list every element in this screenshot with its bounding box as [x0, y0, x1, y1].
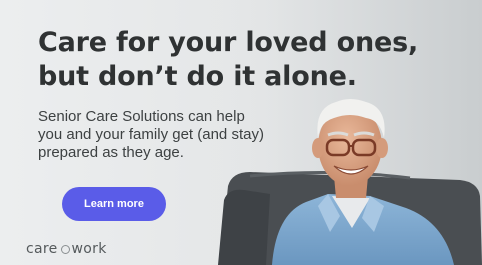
body-line-1: Senior Care Solutions can help [38, 108, 245, 125]
body-line-2: you and your family get (and stay) [38, 126, 264, 143]
circle-dot-icon [60, 244, 70, 254]
headline-line-2: but don’t do it alone. [38, 61, 357, 92]
body-copy: Senior Care Solutions can help you and y… [38, 108, 308, 162]
learn-more-button[interactable]: Learn more [62, 187, 166, 221]
logo-text-left: care [26, 241, 58, 257]
headline: Care for your loved ones, but don’t do i… [38, 26, 458, 94]
headline-line-1: Care for your loved ones, [38, 27, 419, 58]
ad-banner[interactable]: Care for your loved ones, but don’t do i… [0, 0, 482, 265]
carework-logo: care work [26, 240, 107, 258]
logo-text-right: work [71, 241, 107, 257]
body-line-3: prepared as they age. [38, 144, 184, 161]
